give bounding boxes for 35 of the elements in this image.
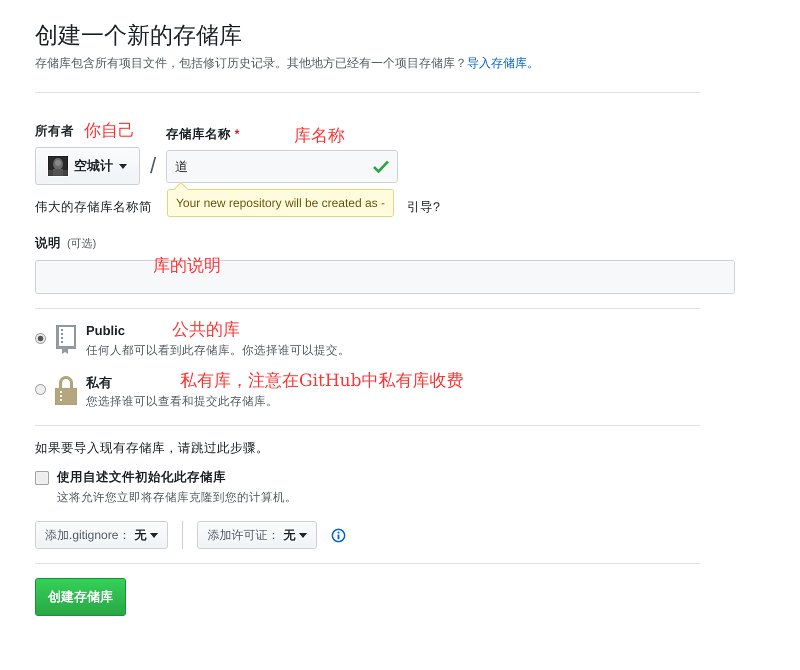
readme-label: 使用自述文件初始化此存储库 bbox=[57, 469, 227, 486]
annotation-text: 库名称 bbox=[294, 126, 346, 146]
lock-icon bbox=[54, 374, 78, 406]
owner-dropdown[interactable]: 空城计 bbox=[35, 147, 140, 185]
name-hint: 引导? bbox=[407, 199, 440, 216]
annotation-text: 私有库，注意在GitHub中私有库收费 bbox=[180, 371, 464, 391]
description-label: 说明 bbox=[35, 235, 61, 252]
name-hint: 伟大的存储库名称简 bbox=[35, 200, 152, 214]
radio-button[interactable] bbox=[35, 384, 46, 395]
radio-button[interactable] bbox=[35, 333, 46, 344]
import-note: 如果要导入现有存储库，请跳过此步骤。 bbox=[35, 440, 270, 457]
select-dropdown[interactable]: 添加.gitignore： 无 bbox=[35, 521, 168, 549]
owner-label: 所有者 bbox=[35, 122, 74, 140]
repo-name-label: 存储库名称 * bbox=[166, 126, 240, 142]
readme-description: 这将允许您立即将存储库克隆到您的计算机。 bbox=[57, 490, 297, 505]
caret-icon bbox=[150, 532, 158, 538]
caret-icon bbox=[119, 164, 127, 168]
caret-icon bbox=[299, 532, 308, 538]
annotation-text: 你自己 bbox=[84, 121, 135, 141]
optional-note: (可选) bbox=[67, 237, 96, 251]
book-icon bbox=[54, 323, 78, 355]
page-subtitle: 存储库包含所有项目文件，包括修订历史记录。其他地方已经有一个项目存储库？导入存储库。 bbox=[35, 55, 540, 72]
visibility-description: 任何人都可以看到此存储库。你选择谁可以提交。 bbox=[86, 343, 350, 358]
page-title: 创建一个新的存储库 bbox=[35, 21, 243, 50]
select-dropdown[interactable]: 添加许可证： 无 bbox=[197, 521, 318, 549]
visibility-title: 私有 bbox=[86, 374, 112, 392]
visibility-title: Public bbox=[86, 323, 126, 340]
tooltip: Your new repository will be created as - bbox=[167, 189, 394, 217]
checkbox[interactable] bbox=[35, 471, 49, 485]
repo-name-field[interactable]: 道 bbox=[166, 150, 398, 183]
visibility-description: 您选择谁可以查看和提交此存储库。 bbox=[86, 394, 278, 409]
annotation-text: 公共的库 bbox=[172, 320, 240, 340]
import-link[interactable]: 导入存储库。 bbox=[467, 56, 539, 70]
slash-separator: / bbox=[150, 153, 156, 180]
info-icon[interactable] bbox=[331, 528, 346, 542]
